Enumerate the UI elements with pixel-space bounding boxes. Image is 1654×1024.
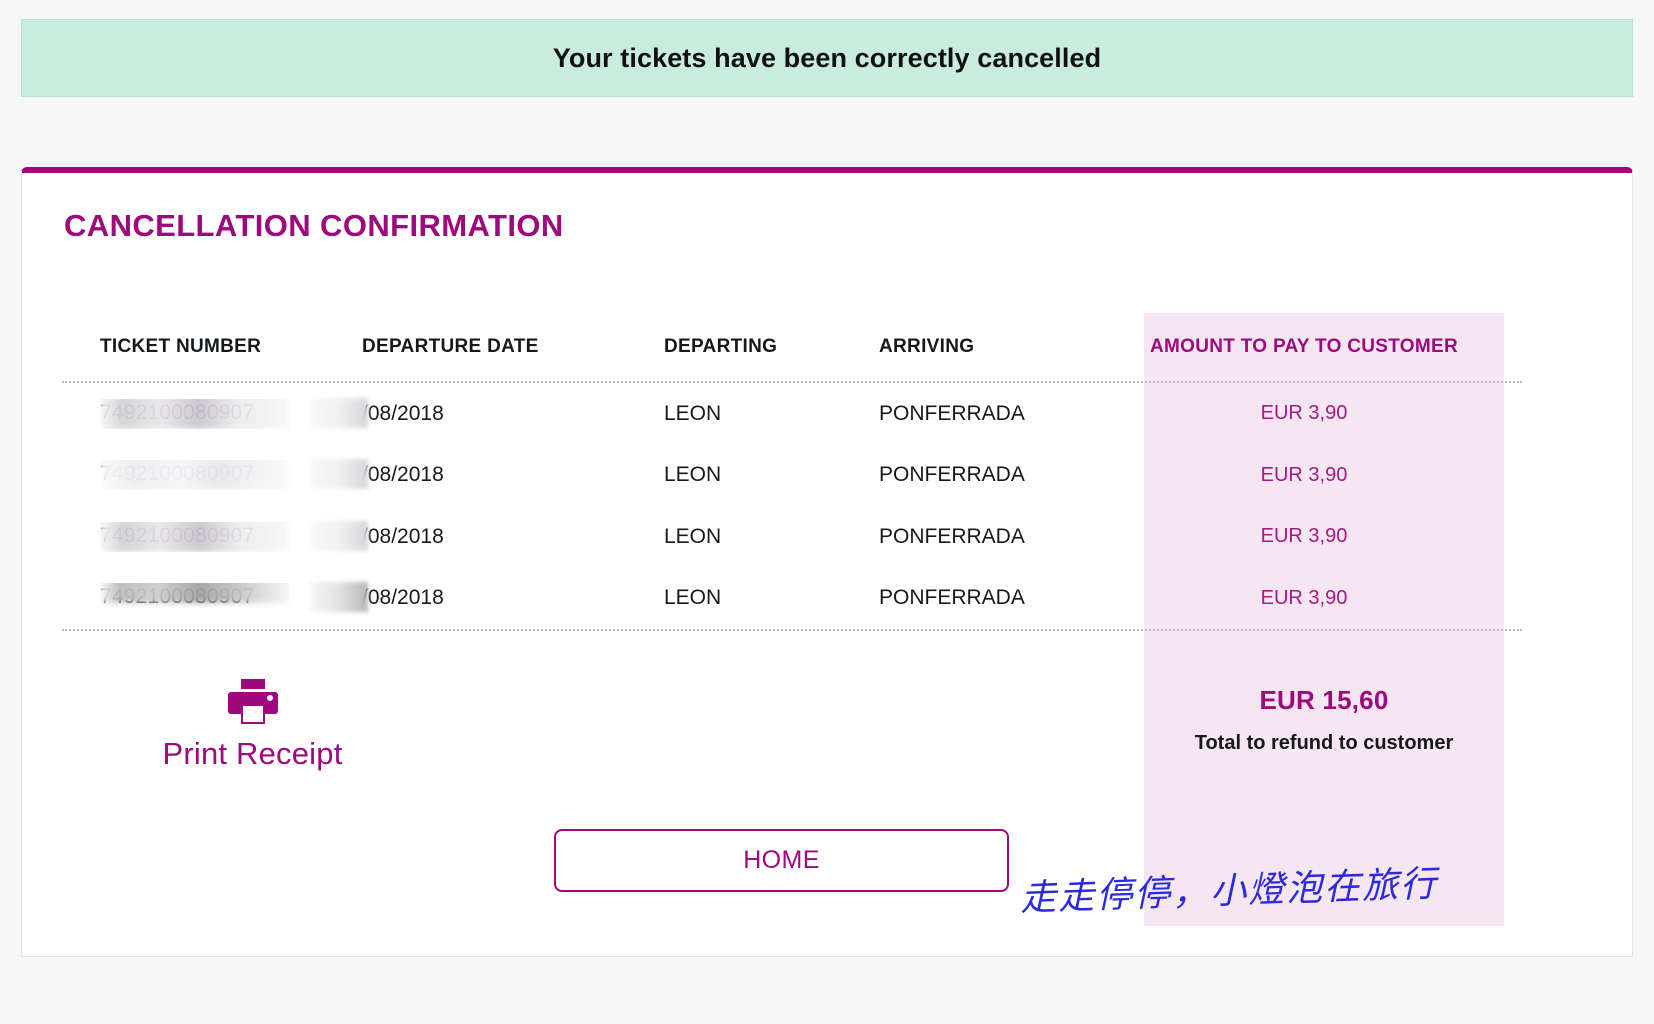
cell-arriving: PONFERRADA bbox=[879, 401, 1025, 425]
printer-icon bbox=[227, 679, 278, 724]
total-amount: EUR 15,60 bbox=[1259, 685, 1389, 715]
table-row: 7492100080907 /08/2018 LEON PONFERRADA E… bbox=[62, 383, 1522, 445]
success-banner: Your tickets have been correctly cancell… bbox=[21, 19, 1633, 97]
blur-mask bbox=[100, 460, 290, 491]
print-receipt-button[interactable]: Print Receipt bbox=[140, 678, 365, 772]
cell-amount: EUR 3,90 bbox=[1260, 463, 1348, 486]
blur-mask bbox=[310, 459, 368, 490]
column-header-amount: AMOUNT TO PAY TO CUSTOMER bbox=[1149, 336, 1459, 357]
total-refund-block: EUR 15,60 Total to refund to customer bbox=[1144, 685, 1504, 755]
table-header-row: TICKET NUMBER DEPARTURE DATE DEPARTING A… bbox=[62, 313, 1522, 381]
blur-mask bbox=[310, 520, 368, 551]
redacted-ticket-number: 7492100080907 bbox=[100, 521, 290, 552]
page-background-strip bbox=[0, 97, 1654, 167]
redacted-ticket-number: 7492100080907 bbox=[100, 460, 290, 491]
redacted-ticket-number: 7492100080907 bbox=[100, 398, 290, 429]
blur-mask bbox=[310, 582, 368, 613]
print-receipt-label: Print Receipt bbox=[162, 736, 343, 771]
cell-amount: EUR 3,90 bbox=[1260, 586, 1348, 609]
blur-mask bbox=[100, 398, 290, 429]
cell-arriving: PONFERRADA bbox=[879, 524, 1025, 548]
column-header-ticket-number: TICKET NUMBER bbox=[100, 336, 262, 357]
blur-mask bbox=[100, 521, 290, 552]
cell-departure-date: /08/2018 bbox=[310, 520, 664, 551]
column-header-arriving: ARRIVING bbox=[879, 336, 975, 357]
cell-amount: EUR 3,90 bbox=[1260, 525, 1348, 548]
cancellation-card: CANCELLATION CONFIRMATION TICKET NUMBER … bbox=[21, 167, 1633, 957]
cell-departing: LEON bbox=[664, 586, 722, 610]
cell-departing: LEON bbox=[664, 401, 722, 425]
cell-departing: LEON bbox=[664, 524, 722, 548]
success-banner-text: Your tickets have been correctly cancell… bbox=[552, 42, 1102, 73]
cell-arriving: PONFERRADA bbox=[879, 463, 1025, 487]
cell-departing: LEON bbox=[664, 463, 722, 487]
cell-departure-date: /08/2018 bbox=[310, 582, 664, 613]
table-row: 7492100080907 /08/2018 LEON PONFERRADA E… bbox=[62, 568, 1522, 630]
cell-arriving: PONFERRADA bbox=[879, 586, 1025, 610]
redacted-ticket-number: 7492100080907 bbox=[100, 583, 290, 613]
total-caption: Total to refund to customer bbox=[1194, 732, 1454, 754]
blur-mask bbox=[310, 397, 368, 428]
cell-departure-date: /08/2018 bbox=[310, 397, 664, 428]
cell-departure-date: /08/2018 bbox=[310, 459, 664, 490]
table-row: 7492100080907 /08/2018 LEON PONFERRADA E… bbox=[62, 506, 1522, 568]
table-row: 7492100080907 /08/2018 LEON PONFERRADA E… bbox=[62, 445, 1522, 507]
tickets-table: TICKET NUMBER DEPARTURE DATE DEPARTING A… bbox=[62, 313, 1522, 631]
column-header-departure-date: DEPARTURE DATE bbox=[362, 336, 539, 357]
table-body: 7492100080907 /08/2018 LEON PONFERRADA E… bbox=[62, 383, 1522, 629]
page-title: CANCELLATION CONFIRMATION bbox=[64, 208, 564, 243]
table-footer-divider bbox=[62, 629, 1522, 631]
home-button[interactable]: HOME bbox=[554, 829, 1009, 892]
column-header-departing: DEPARTING bbox=[664, 336, 778, 357]
cell-amount: EUR 3,90 bbox=[1260, 402, 1348, 425]
blur-mask bbox=[100, 583, 290, 604]
